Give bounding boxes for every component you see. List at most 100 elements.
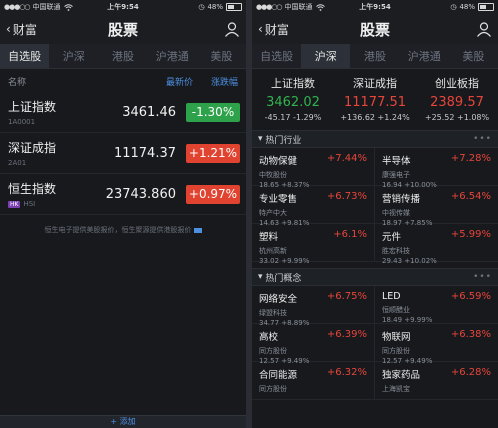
leader-quote: 29.43 +10.02%	[382, 257, 437, 265]
concept-cell[interactable]: 网络安全 +6.75% 绿盟科技 34.77 +8.89%	[252, 286, 375, 327]
sector-change: +6.73%	[326, 191, 367, 202]
tab-hk[interactable]: 港股	[350, 44, 399, 68]
col-change[interactable]: 涨跌幅	[211, 75, 238, 88]
left-screen: ●●●○○ 中国联通 上午9:54 ◷ 48% ‹ 财富 股票 自选股 沪深 港股 沪…	[0, 0, 246, 428]
section-title: 热门行业	[265, 135, 302, 146]
change-badge[interactable]: +1.21%	[186, 143, 240, 163]
tab-watchlist[interactable]: 自选股	[0, 44, 50, 68]
quote-row[interactable]: 上证指数 1A0001 3461.46 -1.30%	[0, 92, 246, 133]
more-icon[interactable]: •••	[473, 134, 492, 144]
quote-name: 深证成指	[8, 141, 57, 155]
quote-row[interactable]: 恒生指数 HK HSI 23743.860 +0.97%	[0, 174, 246, 215]
concept-cell[interactable]: 独家药品 +6.28% 上海凯宝	[375, 362, 498, 400]
concept-name: 网络安全	[259, 294, 298, 305]
right-screen: ●●●○○ 中国联通 上午9:54 ◷ 48% ‹ 财富 股票 自选股 沪深 港股 沪…	[252, 0, 498, 428]
index-card[interactable]: 上证指数 3462.02 -45.17 -1.29%	[252, 75, 334, 122]
leader-stock: 特产中大	[259, 209, 287, 217]
quote-price: 11174.37	[113, 145, 176, 161]
status-bar: ●●●○○ 中国联通 上午9:54 ◷ 48%	[0, 0, 246, 14]
leader-stock: 中视传媒	[382, 209, 410, 217]
add-bar[interactable]: + 添加	[0, 415, 246, 428]
concept-name: LED	[382, 291, 401, 302]
concept-cell[interactable]: LED +6.59% 恒顺醋业 18.49 +9.99%	[375, 286, 498, 324]
sector-name: 动物保健	[259, 156, 298, 167]
more-icon[interactable]: •••	[473, 272, 492, 282]
tab-shanghai-shenzhen[interactable]: 沪深	[301, 44, 351, 68]
back-label: 财富	[264, 22, 289, 37]
leader-stock: 康强电子	[382, 171, 410, 179]
industry-grid: 动物保健 +7.44% 中牧股份 18.65 +8.37% 半导体 +7.28% 康强电子…	[252, 148, 498, 265]
concept-name: 独家药品	[382, 370, 421, 381]
tab-hk-connect[interactable]: 沪港通	[148, 44, 197, 68]
concept-cell[interactable]: 物联网 +6.38% 同方股份 12.57 +9.49%	[375, 324, 498, 365]
info-icon	[193, 227, 202, 233]
sector-name: 半导体	[382, 156, 411, 167]
quote-row[interactable]: 深证成指 2A01 11174.37 +1.21%	[0, 133, 246, 174]
sector-cell[interactable]: 动物保健 +7.44% 中牧股份 18.65 +8.37%	[252, 148, 375, 189]
section-header-concept[interactable]: ▾ 热门概念 •••	[252, 268, 498, 286]
sector-cell[interactable]: 元件 +5.99% 胜宏科技 29.43 +10.02%	[375, 224, 498, 265]
quote-code: 2A01	[8, 159, 27, 167]
sector-name: 营销传播	[382, 194, 421, 205]
back-button[interactable]: ‹ 财富	[258, 21, 289, 38]
concept-name: 高校	[259, 332, 279, 343]
change-badge[interactable]: +0.97%	[186, 184, 240, 204]
leader-stock: 恒顺醋业	[382, 306, 410, 314]
tab-us[interactable]: 美股	[449, 44, 498, 68]
sector-change: +7.28%	[450, 153, 491, 164]
leader-stock: 同方股份	[382, 347, 410, 355]
hk-tag: HK	[8, 200, 21, 208]
leader-quote: 33.02 +9.99%	[259, 257, 310, 265]
index-card[interactable]: 深证成指 11177.51 +136.62 +1.24%	[334, 75, 416, 122]
clock: 上午9:54	[359, 3, 391, 11]
leader-stock: 绿盟科技	[259, 309, 287, 317]
sector-cell[interactable]: 半导体 +7.28% 康强电子 16.94 +10.00%	[375, 148, 498, 189]
status-bar: ●●●○○ 中国联通 上午9:54 ◷ 48%	[252, 0, 498, 14]
quote-price: 3461.46	[122, 104, 176, 120]
concept-name: 合同能源	[259, 370, 298, 381]
col-price[interactable]: 最新价	[166, 75, 193, 88]
index-value: 3462.02	[266, 95, 320, 110]
user-icon[interactable]	[476, 21, 492, 37]
chevron-left-icon: ‹	[6, 22, 11, 36]
concept-name: 物联网	[382, 332, 411, 343]
chevron-down-icon: ▾	[258, 272, 266, 282]
index-value: 2389.57	[430, 95, 484, 110]
leader-stock: 上海凯宝	[382, 385, 410, 393]
col-name[interactable]: 名称	[8, 75, 26, 88]
section-header-industry[interactable]: ▾ 热门行业 •••	[252, 130, 498, 148]
nav-bar: ‹ 财富 股票	[252, 14, 498, 44]
tab-us[interactable]: 美股	[197, 44, 246, 68]
sector-change: +6.54%	[450, 191, 491, 202]
tab-hk-connect[interactable]: 沪港通	[400, 44, 449, 68]
sector-name: 元件	[382, 232, 402, 243]
concept-change: +6.38%	[450, 329, 491, 340]
sector-name: 塑料	[259, 232, 279, 243]
leader-stock: 中牧股份	[259, 171, 287, 179]
quote-name: 恒生指数	[8, 182, 57, 196]
concept-cell[interactable]: 合同能源 +6.32% 同方股份	[252, 362, 375, 400]
concept-cell[interactable]: 高校 +6.39% 同方股份 12.57 +9.49%	[252, 324, 375, 365]
tab-watchlist[interactable]: 自选股	[252, 44, 301, 68]
market-tabs: 自选股 沪深 港股 沪港通 美股	[252, 44, 498, 69]
sector-cell[interactable]: 塑料 +6.1% 杭州高新 33.02 +9.99%	[252, 224, 375, 265]
list-header: 名称 最新价 涨跌幅	[0, 69, 246, 92]
user-icon[interactable]	[224, 21, 240, 37]
battery-icon	[478, 3, 494, 11]
sector-cell[interactable]: 营销传播 +6.54% 中视传媒 18.97 +7.85%	[375, 186, 498, 227]
sector-name: 专业零售	[259, 194, 298, 205]
index-card[interactable]: 创业板指 2389.57 +25.52 +1.08%	[416, 75, 498, 122]
concept-change: +6.32%	[326, 367, 367, 378]
concept-change: +6.75%	[326, 291, 367, 302]
quote-name: 上证指数	[8, 100, 57, 114]
concept-change: +6.39%	[326, 329, 367, 340]
back-button[interactable]: ‹ 财富	[6, 21, 37, 38]
tab-hk[interactable]: 港股	[98, 44, 147, 68]
tab-shanghai-shenzhen[interactable]: 沪深	[49, 44, 98, 68]
leader-stock: 杭州高新	[259, 247, 287, 255]
sector-cell[interactable]: 专业零售 +6.73% 特产中大 14.63 +9.81%	[252, 186, 375, 227]
change-badge[interactable]: -1.30%	[186, 102, 240, 122]
quote-code: HSI	[23, 200, 36, 208]
index-detail: +136.62 +1.24%	[340, 113, 410, 122]
index-summary: 上证指数 3462.02 -45.17 -1.29% 深证成指 11177.51…	[252, 69, 498, 124]
